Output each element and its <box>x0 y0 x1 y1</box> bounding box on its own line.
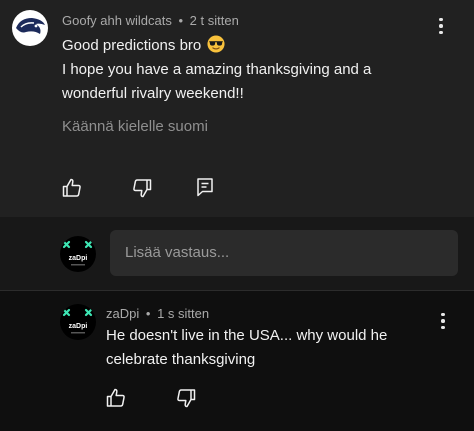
more-dot <box>439 17 443 22</box>
reply-input[interactable]: Lisää vastaus... <box>110 230 458 276</box>
more-dot <box>439 24 443 28</box>
reply-more-button[interactable] <box>434 309 452 333</box>
reply-author[interactable]: zaDpi <box>106 306 139 321</box>
reply-author-avatar[interactable]: zaDpi <box>60 304 96 340</box>
zadpi-avatar-icon: zaDpi <box>62 240 93 266</box>
thumbs-down-icon <box>133 179 152 198</box>
user-avatar[interactable]: zaDpi <box>60 236 96 272</box>
comment-line-3: wonderful rivalry weekend!! <box>62 85 244 102</box>
divider <box>0 290 474 291</box>
reply-meta: zaDpi • 1 s sitten <box>106 306 209 321</box>
meta-separator: • <box>145 306 151 321</box>
comment-author[interactable]: Goofy ahh wildcats <box>62 13 172 28</box>
reply-like-button[interactable] <box>104 386 128 410</box>
reply-line-1: He doesn't live in the USA... why would … <box>106 327 388 344</box>
reply-line-2: celebrate thanksgiving <box>106 351 256 368</box>
reply-dislike-button[interactable] <box>174 386 198 410</box>
more-dot <box>441 325 445 330</box>
reply-time: 1 s sitten <box>157 306 210 321</box>
thumbs-down-icon <box>177 389 196 408</box>
avatar-label: zaDpi <box>69 323 88 330</box>
commenter-avatar[interactable] <box>12 10 48 46</box>
wildcat-logo-icon <box>16 18 45 34</box>
comment-more-button[interactable] <box>432 14 450 38</box>
comment-line-2: I hope you have a amazing thanksgiving a… <box>62 61 372 78</box>
thumbs-up-icon <box>106 388 125 407</box>
more-dot <box>439 30 443 35</box>
reply-text: He doesn't live in the USA... why would … <box>106 324 387 372</box>
reply-icon <box>197 178 213 197</box>
translate-link[interactable]: Käännä kielelle suomi <box>62 118 208 135</box>
thumbs-up-icon <box>62 178 81 197</box>
reply-button[interactable] <box>193 175 217 199</box>
comment-line-1: Good predictions bro <box>62 37 202 54</box>
more-dot <box>441 319 445 323</box>
dislike-button[interactable] <box>130 176 154 200</box>
sunglasses-face-emoji-icon <box>207 35 225 53</box>
comment-time: 2 t sitten <box>189 13 239 28</box>
zadpi-avatar-icon: zaDpi <box>62 308 93 334</box>
comment-text: Good predictions bro I hope you have a a… <box>62 34 371 106</box>
meta-separator: • <box>178 13 184 28</box>
like-button[interactable] <box>60 176 84 200</box>
avatar-label: zaDpi <box>69 255 88 262</box>
more-dot <box>441 312 445 317</box>
comment-meta: Goofy ahh wildcats • 2 t sitten <box>62 13 239 28</box>
